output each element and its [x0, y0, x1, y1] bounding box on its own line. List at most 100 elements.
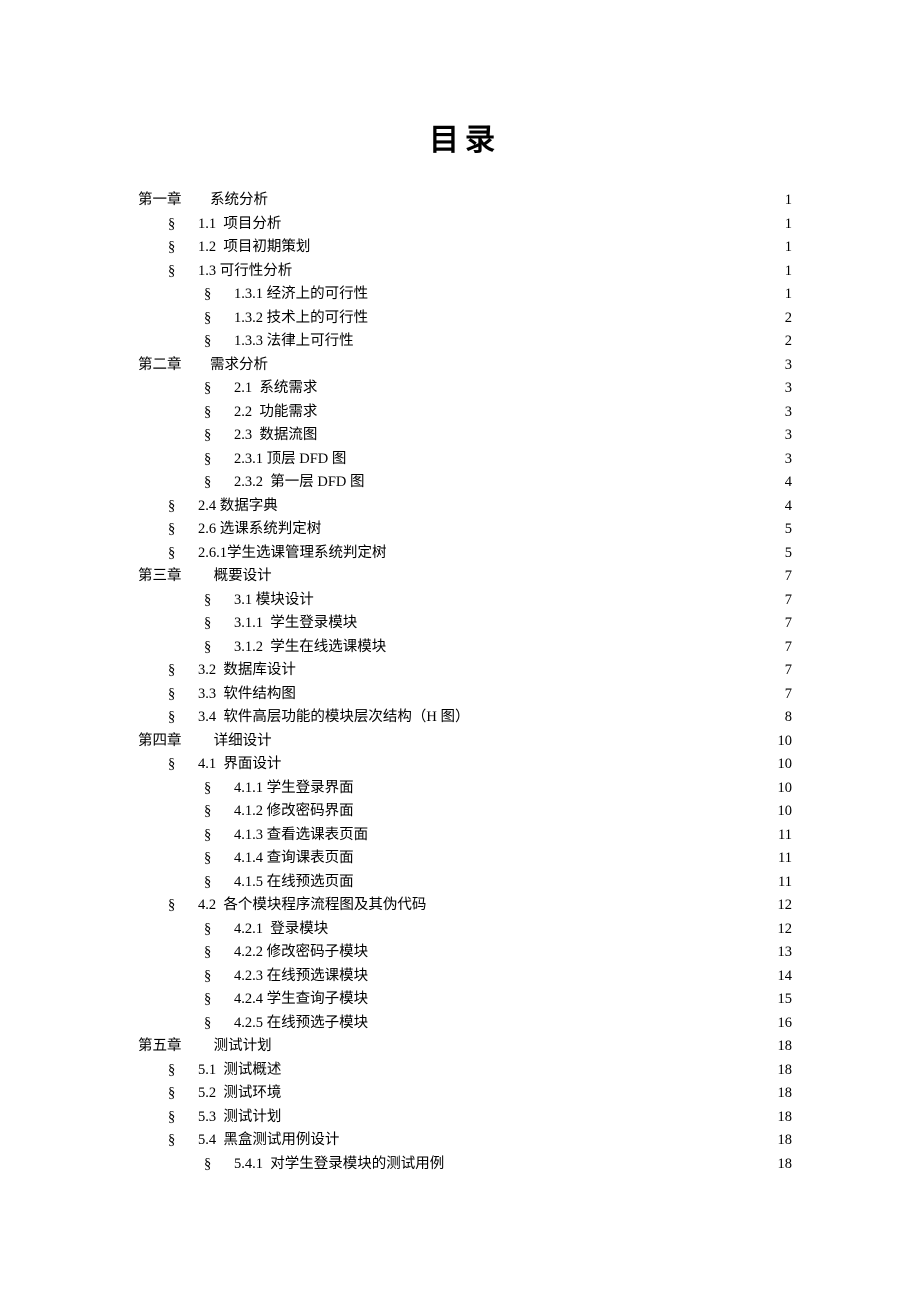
toc-page-number: 11 — [778, 824, 792, 848]
toc-entry: §4.2.4 学生查询子模块15 — [138, 988, 792, 1012]
toc-section-num: 4.1 — [198, 756, 216, 772]
toc-label: §2.4 数据字典 — [168, 495, 278, 519]
toc-section-num: 2.6 — [198, 521, 216, 537]
toc-page-number: 2 — [785, 307, 792, 331]
toc-entry: 第一章系统分析1 — [138, 189, 792, 213]
toc-section-num: 5.4 — [198, 1132, 216, 1148]
toc-label: §1.3.2 技术上的可行性 — [204, 307, 368, 331]
toc-chapter-num: 第五章 — [138, 1035, 210, 1059]
toc-section-num: 2.4 — [198, 498, 216, 514]
toc-entry: §2.3.2 第一层 DFD 图 4 — [138, 471, 792, 495]
toc-section-num: 1.3.1 — [234, 286, 263, 302]
toc-page-number: 7 — [785, 659, 792, 683]
toc-text: 数据字典 — [220, 498, 278, 514]
section-icon: § — [204, 636, 234, 660]
section-icon: § — [204, 918, 234, 942]
toc-entry: §4.1.2 修改密码界面10 — [138, 800, 792, 824]
toc-page-number: 18 — [778, 1059, 793, 1083]
toc-section-num: 4.2.4 — [234, 991, 263, 1007]
toc-label: §5.4 黑盒测试用例设计 — [168, 1129, 339, 1153]
toc-section-num: 5.4.1 — [234, 1156, 263, 1172]
toc-text: 选课系统判定树 — [220, 521, 322, 537]
toc-section-num: 2.6.1 — [198, 545, 227, 561]
toc-entry: §4.1.5 在线预选页面 11 — [138, 871, 792, 895]
section-icon: § — [168, 518, 198, 542]
toc-page-number: 16 — [778, 1012, 793, 1036]
toc-section-num: 3.1.1 — [234, 615, 263, 631]
page-title: 目录 — [138, 115, 792, 159]
toc-chapter-num: 第四章 — [138, 730, 210, 754]
section-icon: § — [204, 401, 234, 425]
toc-section-num: 2.2 — [234, 404, 252, 420]
section-icon: § — [204, 471, 234, 495]
toc-text: 测试概述 — [220, 1062, 282, 1078]
toc-label: 第二章需求分析 — [138, 354, 268, 378]
toc-entry: §2.3 数据流图3 — [138, 424, 792, 448]
toc-page-number: 11 — [778, 871, 792, 895]
toc-page-number: 10 — [778, 777, 793, 801]
toc-section-num: 5.1 — [198, 1062, 216, 1078]
toc-text: 测试计划 — [220, 1109, 282, 1125]
toc-text: 数据流图 — [259, 427, 317, 443]
toc-entry: §2.1 系统需求3 — [138, 377, 792, 401]
toc-label: §4.1.2 修改密码界面 — [204, 800, 354, 824]
toc-section-num: 4.2.5 — [234, 1015, 263, 1031]
toc-entry: §4.1 界面设计10 — [138, 753, 792, 777]
toc-entry: §4.2.5 在线预选子模块 16 — [138, 1012, 792, 1036]
toc-label: 第三章 概要设计 — [138, 565, 272, 589]
toc-section-num: 2.1 — [234, 380, 252, 396]
toc-text: 对学生登录模块的测试用例 — [267, 1156, 445, 1172]
toc-page-number: 4 — [785, 471, 792, 495]
toc-label: §1.1 项目分析 — [168, 213, 281, 237]
toc-label: §1.2 项目初期策划 — [168, 236, 310, 260]
toc-page-number: 18 — [778, 1129, 793, 1153]
toc-label: §4.1 界面设计 — [168, 753, 281, 777]
toc-page-number: 1 — [785, 236, 792, 260]
section-icon: § — [168, 542, 198, 566]
toc-entry: §3.1 模块设计7 — [138, 589, 792, 613]
toc-section-num: 4.2.3 — [234, 968, 263, 984]
toc-page-number: 18 — [778, 1153, 793, 1177]
toc-text: 数据库设计 — [220, 662, 296, 678]
toc-text: 软件结构图 — [220, 686, 296, 702]
toc-label: §4.1.5 在线预选页面 — [204, 871, 354, 895]
section-icon: § — [204, 847, 234, 871]
section-icon: § — [168, 659, 198, 683]
toc-page-number: 12 — [778, 894, 793, 918]
toc-entry: §2.4 数据字典4 — [138, 495, 792, 519]
section-icon: § — [168, 1106, 198, 1130]
toc-page-number: 1 — [785, 260, 792, 284]
section-icon: § — [204, 448, 234, 472]
toc-section-num: 3.1 — [234, 592, 252, 608]
table-of-contents: 第一章系统分析1§1.1 项目分析 1 §1.2 项目初期策划 1 §1.3 可行性分析… — [138, 189, 792, 1176]
section-icon: § — [204, 800, 234, 824]
toc-label: §4.2.4 学生查询子模块 — [204, 988, 368, 1012]
toc-page-number: 5 — [785, 518, 792, 542]
toc-text: 法律上可行性 — [267, 333, 354, 349]
toc-chapter-num: 第一章 — [138, 189, 210, 213]
toc-label: 第四章 详细设计 — [138, 730, 272, 754]
section-icon: § — [168, 495, 198, 519]
toc-entry: §2.6 选课系统判定树 5 — [138, 518, 792, 542]
toc-entry: §3.1.1 学生登录模块7 — [138, 612, 792, 636]
toc-label: §5.2 测试环境 — [168, 1082, 281, 1106]
toc-label: §4.2.5 在线预选子模块 — [204, 1012, 368, 1036]
section-icon: § — [168, 236, 198, 260]
toc-label: §4.1.1 学生登录界面 — [204, 777, 354, 801]
toc-chapter-num: 第二章 — [138, 354, 210, 378]
toc-label: §1.3 可行性分析 — [168, 260, 292, 284]
toc-label: §1.3.1 经济上的可行性 — [204, 283, 368, 307]
toc-entry: §5.4 黑盒测试用例设计 18 — [138, 1129, 792, 1153]
toc-section-num: 2.3.2 — [234, 474, 263, 490]
toc-entry: §4.1.1 学生登录界面 10 — [138, 777, 792, 801]
toc-section-num: 4.2.1 — [234, 921, 263, 937]
toc-text: 修改密码子模块 — [267, 944, 369, 960]
toc-text: 系统分析 — [210, 192, 268, 208]
toc-text: 修改密码界面 — [267, 803, 354, 819]
toc-text: 第一层 DFD 图 — [267, 474, 365, 490]
toc-entry: §2.2 功能需求3 — [138, 401, 792, 425]
toc-page-number: 18 — [778, 1106, 793, 1130]
toc-label: §5.3 测试计划 — [168, 1106, 281, 1130]
toc-entry: §1.3.2 技术上的可行性 2 — [138, 307, 792, 331]
toc-entry: 第五章 测试计划18 — [138, 1035, 792, 1059]
